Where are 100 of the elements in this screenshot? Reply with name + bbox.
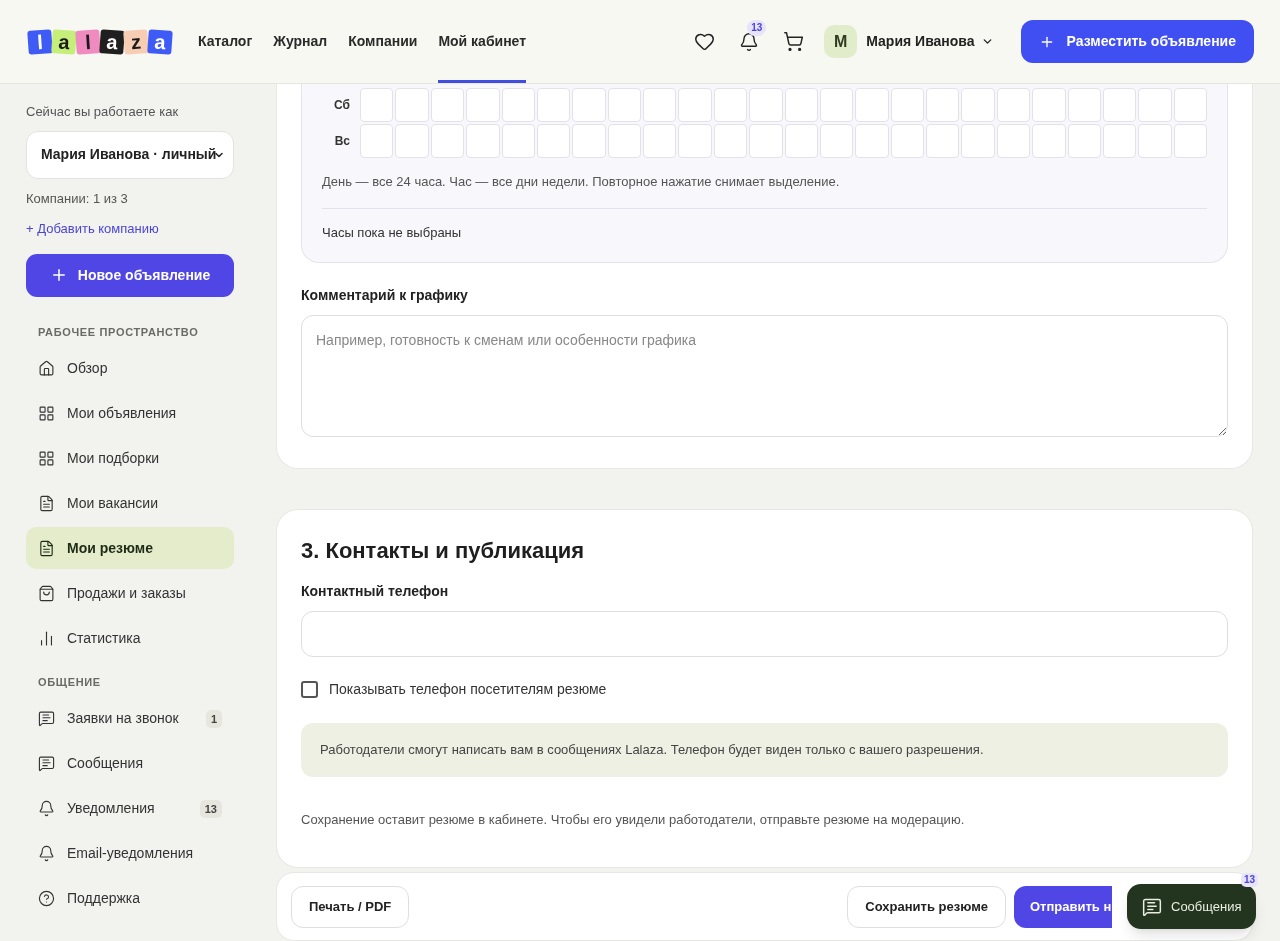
- hour-slot[interactable]: [749, 88, 783, 122]
- hour-slot[interactable]: [1032, 124, 1066, 158]
- hour-slot[interactable]: [536, 124, 571, 158]
- hour-slot[interactable]: [819, 124, 854, 158]
- hour-slot[interactable]: [360, 88, 394, 122]
- post-ad-button[interactable]: Разместить объявление: [1020, 20, 1254, 63]
- phone-field[interactable]: [301, 611, 1228, 657]
- account-select[interactable]: Мария Иванова · личный: [26, 130, 234, 179]
- hour-slot[interactable]: [713, 124, 748, 158]
- section-heading: ОБЩЕНИЕ: [37, 675, 102, 690]
- chat-count-badge: 13: [1240, 873, 1258, 887]
- hour-slot[interactable]: [1102, 88, 1137, 122]
- avatar[interactable]: M: [824, 25, 858, 58]
- field-label: Комментарий к графику: [301, 286, 469, 305]
- checkbox-label[interactable]: Показывать телефон посетителям резюме: [329, 679, 607, 700]
- nav-link[interactable]: Каталог: [198, 0, 253, 83]
- comment-field[interactable]: Например, готовность к сменам или особенности графика: [301, 315, 1228, 437]
- hour-slot[interactable]: [607, 124, 641, 158]
- sidebar-item[interactable]: Сообщения: [26, 742, 234, 785]
- sidebar-item[interactable]: Мои подборки: [26, 437, 234, 479]
- hour-slot[interactable]: [430, 124, 465, 158]
- field-label: Контактный телефон: [301, 582, 450, 601]
- hour-slot[interactable]: [996, 124, 1031, 158]
- hour-slot[interactable]: [360, 124, 394, 158]
- chat-widget[interactable]: Сообщения: [1127, 884, 1256, 929]
- schedule-hint: День — все 24 часа. Час — все дни недели. Повторное нажатие снимает выделение.: [322, 173, 841, 191]
- hour-slot[interactable]: [926, 124, 960, 158]
- hour-slot[interactable]: [466, 124, 500, 158]
- bar-chart-icon: [38, 629, 55, 647]
- submit-button[interactable]: Отправить н: [1014, 885, 1112, 928]
- hour-slot[interactable]: [572, 88, 606, 122]
- hour-slot[interactable]: [713, 88, 748, 122]
- help-icon: [38, 890, 55, 907]
- hour-slot[interactable]: [501, 88, 535, 122]
- hour-slot[interactable]: [926, 88, 960, 122]
- nav-link[interactable]: Журнал: [273, 0, 328, 83]
- logo[interactable]: l a l a z a: [28, 29, 172, 54]
- chat-widget-label: Сообщения: [1171, 897, 1242, 916]
- hour-slot[interactable]: [784, 124, 818, 158]
- nav-link[interactable]: Компании: [348, 0, 418, 83]
- sidebar-item[interactable]: Email-уведомления: [26, 832, 234, 875]
- sidebar-item[interactable]: Заявки на звонок 1: [26, 697, 234, 740]
- checkbox[interactable]: [301, 681, 318, 698]
- document-icon: [38, 539, 55, 557]
- heart-icon[interactable]: [694, 31, 716, 52]
- document-icon: [38, 494, 55, 512]
- sidebar-item[interactable]: Мои вакансии: [26, 482, 234, 524]
- hour-slot[interactable]: [996, 88, 1031, 122]
- save-button[interactable]: Сохранить резюме: [847, 885, 1006, 928]
- sidebar-item[interactable]: Уведомления 13: [26, 787, 234, 830]
- hour-slot[interactable]: [1138, 88, 1172, 122]
- hour-slot[interactable]: [961, 124, 995, 158]
- save-note: Сохранение оставит резюме в кабинете. Чтобы его увидели работодатели, отправьте резюме на модерацию.: [301, 810, 966, 829]
- hour-slot[interactable]: [466, 88, 500, 122]
- add-company-link[interactable]: + Добавить компанию: [26, 219, 234, 239]
- hour-slot[interactable]: [749, 124, 783, 158]
- sidebar-item[interactable]: Обзор: [26, 347, 234, 389]
- hour-slot[interactable]: [395, 124, 429, 158]
- hour-slot[interactable]: [1173, 88, 1207, 122]
- new-ad-button[interactable]: Новое объявление: [26, 253, 234, 297]
- hour-slot[interactable]: [1032, 88, 1066, 122]
- user-name[interactable]: Мария Иванова: [866, 31, 975, 52]
- day-label: Вс: [333, 133, 351, 150]
- print-button[interactable]: Печать / PDF: [291, 885, 410, 928]
- hour-slot[interactable]: [536, 88, 571, 122]
- hour-slot[interactable]: [961, 88, 995, 122]
- bell-icon: [38, 800, 55, 817]
- hour-slot[interactable]: [819, 88, 854, 122]
- hour-slot[interactable]: [678, 88, 712, 122]
- hour-slot[interactable]: [1173, 124, 1207, 158]
- hour-slot[interactable]: [643, 124, 677, 158]
- bell-icon[interactable]: [739, 31, 760, 52]
- hour-slot[interactable]: [643, 88, 677, 122]
- hour-slot[interactable]: [1067, 124, 1101, 158]
- home-icon: [38, 359, 55, 377]
- hour-slot[interactable]: [430, 88, 465, 122]
- hour-slot[interactable]: [572, 124, 606, 158]
- hour-slot[interactable]: [1138, 124, 1172, 158]
- hour-slot[interactable]: [395, 88, 429, 122]
- cart-icon[interactable]: [783, 31, 805, 52]
- sidebar-item[interactable]: Статистика: [26, 617, 234, 659]
- sidebar-item[interactable]: Мои объявления: [26, 392, 234, 434]
- hour-slot[interactable]: [1067, 88, 1101, 122]
- hour-slot[interactable]: [784, 88, 818, 122]
- hour-slot[interactable]: [501, 124, 535, 158]
- hour-slot[interactable]: [678, 124, 712, 158]
- hour-slot[interactable]: [855, 88, 889, 122]
- sidebar-item[interactable]: Мои резюме: [26, 527, 234, 569]
- hour-slot[interactable]: [890, 124, 924, 158]
- sidebar-item[interactable]: Поддержка: [26, 877, 234, 920]
- hour-slot[interactable]: [607, 88, 641, 122]
- sidebar-item[interactable]: Продажи и заказы: [26, 572, 234, 614]
- section-title: 3. Контакты и публикация: [301, 537, 586, 565]
- bag-icon: [38, 584, 55, 602]
- hour-slot[interactable]: [855, 124, 889, 158]
- notification-count: 13: [747, 19, 767, 36]
- count-badge: 13: [199, 799, 222, 818]
- hour-slot[interactable]: [1102, 124, 1137, 158]
- hour-slot[interactable]: [890, 88, 924, 122]
- chat-bubble-icon: [38, 710, 55, 727]
